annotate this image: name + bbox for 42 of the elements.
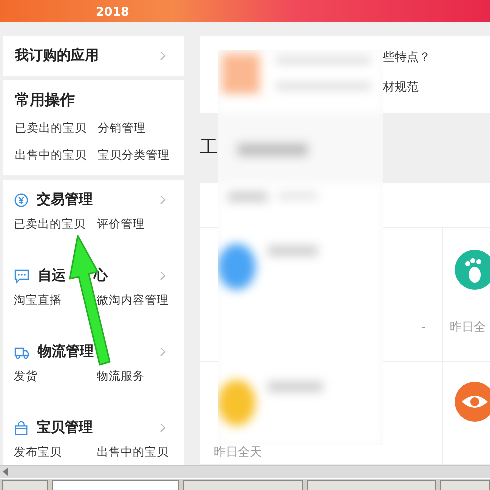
section-title[interactable]: 宝贝管理	[37, 418, 93, 438]
menu-link[interactable]: 微淘内容管理	[97, 292, 169, 308]
chevron-icon[interactable]	[160, 195, 166, 205]
taskbar-button[interactable]	[2, 480, 48, 490]
stat-value: -	[422, 319, 426, 335]
menu-link[interactable]: 分销管理	[98, 119, 172, 137]
section-title[interactable]: 物流管理	[38, 342, 94, 362]
menu-link[interactable]: 发布宝贝	[14, 444, 97, 460]
menu-link[interactable]: 淘宝直播	[14, 292, 97, 308]
menu-link[interactable]: 已卖出的宝贝	[14, 216, 97, 232]
menu-link[interactable]: 出售中的宝贝	[15, 146, 98, 164]
section-title: 常用操作	[15, 90, 76, 110]
menu-link[interactable]: 出售中的宝贝	[97, 444, 169, 460]
menu-link[interactable]: 发货	[14, 368, 97, 384]
section-title: 我订购的应用	[15, 46, 99, 66]
chevron-icon[interactable]	[160, 423, 166, 433]
chevron-icon[interactable]	[160, 347, 166, 357]
stat-caption: 昨日全	[450, 319, 486, 335]
stat-caption: 昨日全天	[214, 444, 262, 460]
notice-link[interactable]: 材规范	[383, 78, 490, 96]
menu-link[interactable]: 已卖出的宝贝	[15, 119, 98, 137]
chevron-icon[interactable]	[160, 51, 166, 61]
scroll-left-icon[interactable]	[3, 468, 8, 476]
yuan-icon	[14, 192, 29, 208]
taskbar-button[interactable]	[52, 480, 180, 490]
chat-icon	[14, 268, 30, 284]
menu-link[interactable]: 宝贝分类管理	[98, 146, 172, 164]
section-title[interactable]: 交易管理	[37, 190, 93, 210]
section-title[interactable]: 自运	[38, 266, 66, 286]
section-heading: 工	[200, 136, 218, 160]
banner-year: 2018	[96, 5, 130, 19]
section-title[interactable]: 心	[94, 266, 108, 286]
bag-icon	[14, 420, 29, 436]
menu-link[interactable]: 物流服务	[97, 368, 166, 384]
horizontal-scrollbar[interactable]	[0, 465, 490, 478]
notice-link[interactable]: 些特点？	[383, 48, 490, 66]
taskbar-button[interactable]	[183, 480, 303, 490]
taskbar-button[interactable]	[306, 480, 436, 490]
chevron-icon[interactable]	[160, 271, 166, 281]
subscribed-apps-row[interactable]: 我订购的应用	[3, 36, 184, 76]
menu-link[interactable]: 评价管理	[97, 216, 166, 232]
taskbar-button[interactable]	[440, 480, 490, 490]
